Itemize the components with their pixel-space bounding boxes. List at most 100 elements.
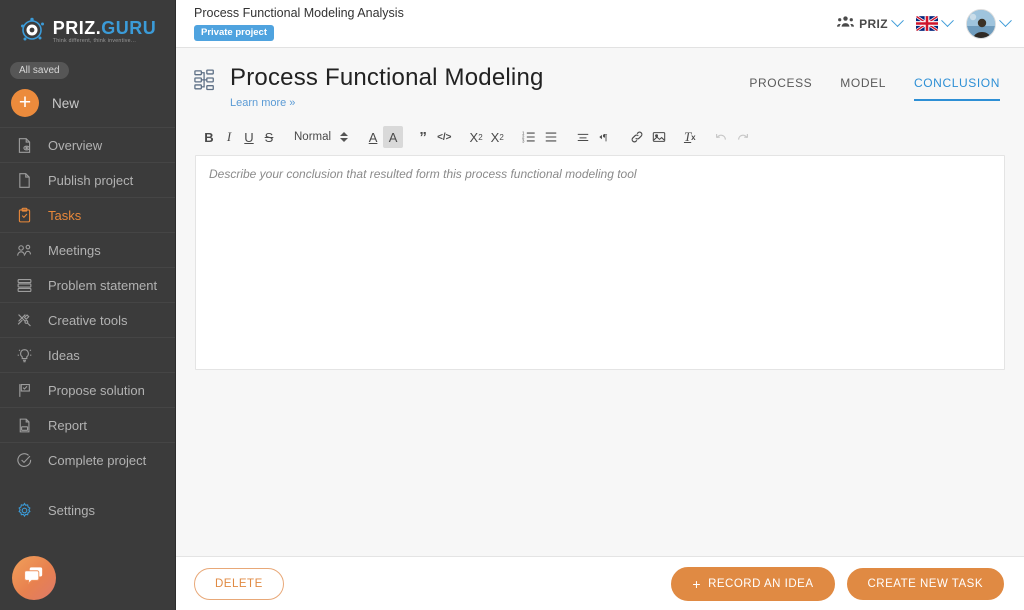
language-selector[interactable] [916,14,954,31]
team-name: PRIZ [859,16,888,31]
flag-check-icon [14,380,34,400]
brand-logo[interactable]: PRIZ.GURU Think different, think inventi… [0,0,175,52]
sidebar-item-label: Publish project [48,172,134,188]
clear-format-button[interactable]: Tx [680,126,700,148]
sidebar-item-meetings[interactable]: Meetings [0,232,175,267]
sidebar-item-label: Ideas [48,347,80,363]
sidebar-item-report[interactable]: Report [0,407,175,442]
clear-format-t: T [683,129,692,144]
subscript-index: 2 [478,132,483,142]
sidebar-item-label: Overview [48,137,103,153]
updown-chevron-icon [340,132,349,142]
underline-button[interactable]: U [239,126,259,148]
sidebar-item-label: Tasks [48,207,82,223]
delete-button[interactable]: DELETE [194,567,284,600]
gear-icon [14,501,34,521]
uk-flag-icon [916,16,938,31]
block-format-select[interactable]: Normal [289,131,353,143]
project-header: Process Functional Modeling Analysis Pri… [194,6,404,41]
sidebar-item-label: Complete project [48,452,147,468]
action-bar: DELETE + RECORD AN IDEA CREATE NEW TASK [176,556,1024,610]
tab-process[interactable]: PROCESS [749,76,812,99]
saved-status-row: All saved [0,52,175,79]
create-task-button[interactable]: CREATE NEW TASK [846,567,1004,600]
page-title: Process Functional Modeling [230,64,544,91]
tab-conclusion[interactable]: CONCLUSION [913,76,1000,101]
svg-text:3: 3 [522,138,525,143]
document-eye-icon [14,135,34,155]
user-menu[interactable] [966,8,1012,39]
sidebar-item-label: Propose solution [48,382,145,398]
top-bar-actions: PRIZ [837,8,1012,39]
pdf-icon [14,415,34,435]
logo-text-secondary: GURU [101,17,157,38]
blockquote-button[interactable]: ” [413,126,433,148]
main-content: Process Functional Modeling Analysis Pri… [176,0,1024,610]
sidebar-item-label: Problem statement [48,277,158,293]
people-icon [14,240,34,260]
app-root: PRIZ.GURU Think different, think inventi… [0,0,1024,610]
sidebar-item-publish-project[interactable]: Publish project [0,162,175,197]
text-direction-button[interactable]: ¶ [594,126,616,148]
rich-text-toolbar: B I U S Normal A A ” </> X2 X 2 1 2 3 ¶ … [195,125,1005,149]
bullet-list-button[interactable] [540,126,562,148]
clipboard-check-icon [14,205,34,225]
project-visibility-badge: Private project [194,24,274,41]
superscript-index: 2 [499,132,504,142]
sidebar-item-complete-project[interactable]: Complete project [0,442,175,477]
conclusion-editor[interactable]: Describe your conclusion that resulted f… [195,155,1005,370]
page-header: Process Functional Modeling Learn more »… [176,48,1024,111]
strikethrough-button[interactable]: S [259,126,279,148]
superscript-button[interactable]: X2 [487,126,508,148]
undo-button[interactable] [710,126,732,148]
code-button[interactable]: </> [433,126,455,148]
chat-bubbles-icon [23,564,46,592]
tab-model[interactable]: MODEL [840,76,886,99]
tools-icon [14,310,34,330]
record-idea-button[interactable]: + RECORD AN IDEA [671,566,835,601]
logo-tagline: Think different, think inventive... [52,37,137,44]
sidebar-item-label: Settings [48,503,95,518]
editor-zone: B I U S Normal A A ” </> X2 X 2 1 2 3 ¶ … [176,111,1024,370]
chevron-down-icon [941,14,954,28]
link-button[interactable] [626,126,648,148]
chat-support-button[interactable] [12,556,56,600]
redo-button[interactable] [732,126,754,148]
clear-format-x: x [691,132,696,142]
top-bar: Process Functional Modeling Analysis Pri… [176,0,1024,48]
team-selector[interactable]: PRIZ [837,14,904,33]
plus-icon: + [692,575,702,592]
sidebar-item-overview[interactable]: Overview [0,127,175,162]
page-icon [14,170,34,190]
align-button[interactable] [572,126,594,148]
chevron-down-icon [999,14,1012,28]
learn-more-link[interactable]: Learn more » [230,97,295,109]
text-color-button[interactable]: A [363,126,383,148]
sidebar-item-problem-statement[interactable]: Problem statement [0,267,175,302]
lightbulb-icon [14,345,34,365]
italic-button[interactable]: I [219,126,239,148]
new-button[interactable]: + New [0,79,175,127]
sidebar-item-propose-solution[interactable]: Propose solution [0,372,175,407]
image-button[interactable] [648,126,670,148]
bold-button[interactable]: B [199,126,219,148]
check-circle-icon [14,450,34,470]
subscript-base: X [469,129,479,145]
subscript-button[interactable]: X2 [466,126,487,148]
tab-bar: PROCESS MODEL CONCLUSION [749,64,1000,101]
sidebar: PRIZ.GURU Think different, think inventi… [0,0,176,610]
primary-actions: + RECORD AN IDEA CREATE NEW TASK [671,566,1004,601]
sidebar-item-ideas[interactable]: Ideas [0,337,175,372]
editor-placeholder: Describe your conclusion that resulted f… [209,167,637,181]
sidebar-item-creative-tools[interactable]: Creative tools [0,302,175,337]
saved-status-badge: All saved [10,62,69,79]
sidebar-item-settings[interactable]: Settings [0,493,175,528]
project-name: Process Functional Modeling Analysis [194,6,404,21]
ordered-list-button[interactable]: 123 [518,126,540,148]
highlight-color-button[interactable]: A [383,126,404,148]
record-idea-label: RECORD AN IDEA [708,577,814,590]
sidebar-item-tasks[interactable]: Tasks [0,197,175,232]
hierarchy-diagram-icon [194,69,216,96]
logo-text-primary: PRIZ. [52,17,102,38]
